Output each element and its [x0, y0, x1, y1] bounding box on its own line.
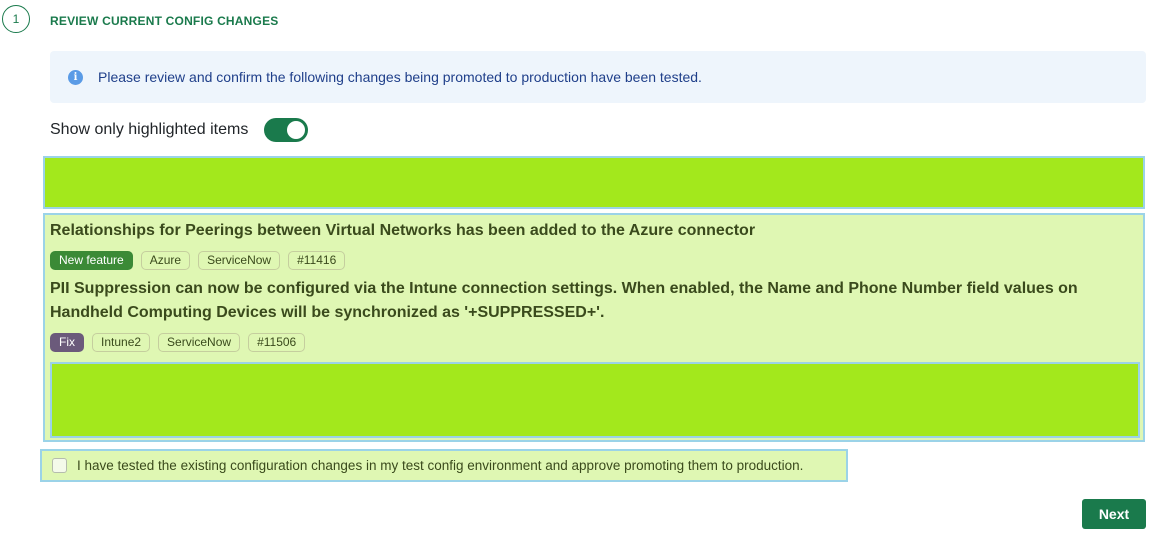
info-alert-text: Please review and confirm the following …: [98, 69, 702, 85]
tag-fix: Fix: [50, 333, 84, 352]
step-title: REVIEW CURRENT CONFIG CHANGES: [50, 14, 279, 28]
approval-row[interactable]: I have tested the existing configuration…: [40, 449, 848, 482]
info-icon: i: [68, 69, 83, 85]
highlight-filter-label: Show only highlighted items: [50, 121, 249, 138]
tag-new-feature: New feature: [50, 251, 133, 270]
approval-checkbox[interactable]: [52, 458, 67, 473]
tag-ticket-number: #11416: [288, 251, 346, 270]
highlight-filter-toggle[interactable]: [264, 118, 309, 142]
highlight-filter: Show only highlighted items: [50, 118, 309, 142]
change-tags: New feature Azure ServiceNow #11416: [50, 251, 346, 270]
change-title: Relationships for Peerings between Virtu…: [50, 222, 756, 239]
info-alert: i Please review and confirm the followin…: [50, 51, 1146, 103]
tag-intune2: Intune2: [92, 333, 151, 352]
tag-ticket-number: #11506: [248, 333, 306, 352]
step-number-badge: 1: [2, 5, 30, 33]
tag-azure: Azure: [140, 251, 191, 270]
changes-list: Relationships for Peerings between Virtu…: [43, 213, 1145, 442]
tag-servicenow: ServiceNow: [158, 333, 241, 352]
approval-label[interactable]: I have tested the existing configuration…: [77, 458, 803, 473]
next-button[interactable]: Next: [1082, 499, 1146, 529]
tag-servicenow: ServiceNow: [198, 251, 281, 270]
highlighted-placeholder-inner: [50, 362, 1140, 438]
change-tags: Fix Intune2 ServiceNow #11506: [50, 333, 306, 352]
toggle-knob: [287, 121, 306, 139]
change-title: PII Suppression can now be configured vi…: [50, 280, 1078, 321]
highlighted-placeholder-top: [43, 156, 1145, 209]
